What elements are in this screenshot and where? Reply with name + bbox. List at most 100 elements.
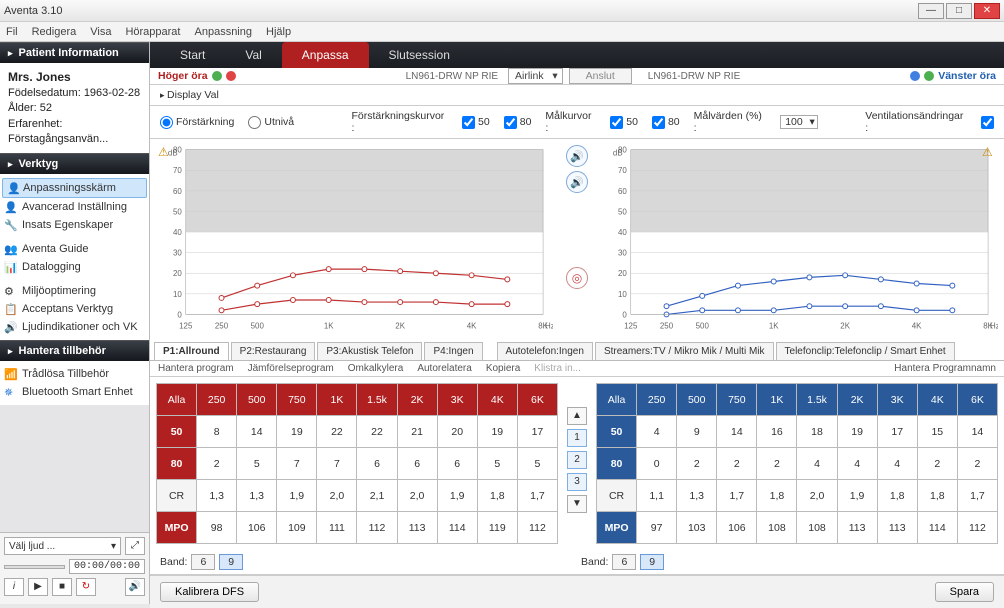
- sidebar-insert-props[interactable]: 🔧Insats Egenskaper: [0, 216, 149, 234]
- media-loop[interactable]: ↻: [76, 578, 96, 596]
- accessories-panel-header[interactable]: Hantera tillbehör: [0, 340, 149, 361]
- minimize-button[interactable]: —: [918, 3, 944, 19]
- sidebar-aventa-guide[interactable]: 👥Aventa Guide: [0, 240, 149, 258]
- accept-icon: 📋: [4, 303, 18, 317]
- step-1-button[interactable]: 1: [567, 429, 587, 447]
- media-stop[interactable]: ■: [52, 578, 72, 596]
- gain-radio[interactable]: Förstärkning: [160, 116, 234, 129]
- datalog-icon: 📊: [4, 261, 18, 275]
- vent-check[interactable]: [981, 116, 994, 129]
- svg-text:4K: 4K: [467, 321, 477, 330]
- prog-tab-phoneclip[interactable]: Telefonclip:Telefonclip / Smart Enhet: [776, 342, 955, 360]
- tab-start[interactable]: Start: [160, 42, 225, 68]
- band-9-left[interactable]: 9: [219, 554, 243, 570]
- sidebar-advanced[interactable]: 👤Avancerad Inställning: [0, 198, 149, 216]
- prog-tab-p2[interactable]: P2:Restaurang: [231, 342, 316, 360]
- media-info[interactable]: i: [4, 578, 24, 596]
- calibrate-dfs-button[interactable]: Kalibrera DFS: [160, 582, 259, 602]
- save-button[interactable]: Spara: [935, 582, 994, 602]
- media-volume[interactable]: 🔊: [125, 578, 145, 596]
- output-radio[interactable]: Utnivå: [248, 116, 294, 129]
- sound-select[interactable]: Välj ljud ...▾: [4, 537, 121, 555]
- svg-text:40: 40: [618, 228, 627, 237]
- gain-50-check[interactable]: 50: [462, 116, 490, 129]
- gain-table-right-ear[interactable]: Alla2505007501K1.5k2K3K4K6K5081419222221…: [156, 383, 558, 544]
- close-button[interactable]: ✕: [974, 3, 1000, 19]
- patient-age: Ålder: 52: [8, 101, 141, 116]
- target-80-check[interactable]: 80: [652, 116, 680, 129]
- tab-fit[interactable]: Anpassa: [282, 42, 369, 68]
- step-3-button[interactable]: 3: [567, 473, 587, 491]
- svg-text:30: 30: [173, 249, 182, 258]
- bluetooth-icon: ✵: [4, 386, 18, 400]
- band-label-left: Band:: [160, 556, 187, 568]
- prog-tab-p3[interactable]: P3:Akustisk Telefon: [317, 342, 422, 360]
- media-play[interactable]: ▶: [28, 578, 48, 596]
- patient-panel-header[interactable]: Patient Information: [0, 42, 149, 63]
- svg-text:20: 20: [173, 269, 182, 278]
- nav-tabs: Start Val Anpassa Slutsession: [150, 42, 1004, 68]
- tools-panel-header[interactable]: Verktyg: [0, 153, 149, 174]
- link-combo[interactable]: Airlink: [508, 68, 563, 84]
- tab-end-session[interactable]: Slutsession: [369, 42, 470, 68]
- menu-edit[interactable]: Redigera: [32, 26, 77, 38]
- sub-compare[interactable]: Jämförelseprogram: [248, 363, 334, 374]
- media-expand[interactable]: ⤢: [125, 537, 145, 555]
- gain-table-left-ear[interactable]: Alla2505007501K1.5k2K3K4K6K5049141618191…: [596, 383, 998, 544]
- band-6-right[interactable]: 6: [612, 554, 636, 570]
- sub-manage-names[interactable]: Hantera Programnamn: [894, 363, 996, 374]
- sidebar-sound-ind[interactable]: 🔊Ljudindikationer och VK: [0, 318, 149, 336]
- target-curves-label: Målkurvor :: [545, 110, 596, 134]
- display-select[interactable]: Display Val: [160, 89, 219, 101]
- prog-tab-p4[interactable]: P4:Ingen: [424, 342, 482, 360]
- prog-tab-streamers[interactable]: Streamers:TV / Mikro Mik / Multi Mik: [595, 342, 774, 360]
- prog-tab-autophone[interactable]: Autotelefon:Ingen: [497, 342, 593, 360]
- target-values-label: Målvärden (%) :: [694, 110, 767, 134]
- sub-autorelate[interactable]: Autorelatera: [417, 363, 471, 374]
- advanced-icon: 👤: [4, 201, 18, 215]
- gain-80-check[interactable]: 80: [504, 116, 532, 129]
- prog-tab-p1[interactable]: P1:Allround: [154, 342, 229, 360]
- menu-help[interactable]: Hjälp: [266, 26, 291, 38]
- sidebar-datalogging[interactable]: 📊Datalogging: [0, 258, 149, 276]
- sidebar-env-opt[interactable]: ⚙Miljöoptimering: [0, 282, 149, 300]
- sidebar-fit-screen[interactable]: 👤Anpassningsskärm: [2, 178, 147, 198]
- sound-icon: 🔊: [4, 321, 18, 335]
- tab-selection[interactable]: Val: [225, 42, 281, 68]
- svg-text:250: 250: [215, 321, 229, 330]
- svg-text:2K: 2K: [840, 321, 850, 330]
- env-icon: ⚙: [4, 285, 18, 299]
- band-9-right[interactable]: 9: [640, 554, 664, 570]
- menu-bar: Fil Redigera Visa Hörapparat Anpassning …: [0, 22, 1004, 42]
- speaker-right-button[interactable]: 🔊: [566, 171, 588, 193]
- sidebar-wireless[interactable]: 📶Trådlösa Tillbehör: [0, 365, 149, 383]
- sub-manage-programs[interactable]: Hantera program: [158, 363, 234, 374]
- warn-icon[interactable]: ⚠: [158, 145, 172, 159]
- sidebar-acceptance[interactable]: 📋Acceptans Verktyg: [0, 300, 149, 318]
- link-ears-button[interactable]: ◎: [566, 267, 588, 289]
- step-down-button[interactable]: ▼: [567, 495, 587, 513]
- menu-fitting[interactable]: Anpassning: [195, 26, 253, 38]
- menu-hearing-aid[interactable]: Hörapparat: [125, 26, 180, 38]
- menu-file[interactable]: Fil: [6, 26, 18, 38]
- sub-recalc[interactable]: Omkalkylera: [348, 363, 404, 374]
- target-50-check[interactable]: 50: [610, 116, 638, 129]
- speaker-left-button[interactable]: 🔊: [566, 145, 588, 167]
- left-ear-label: Vänster öra: [910, 70, 996, 82]
- sidebar-bluetooth[interactable]: ✵Bluetooth Smart Enhet: [0, 383, 149, 401]
- gain-curves-label: Förstärkningskurvor :: [352, 110, 449, 134]
- media-progress[interactable]: [4, 565, 65, 569]
- sub-copy[interactable]: Kopiera: [486, 363, 520, 374]
- svg-text:1K: 1K: [769, 321, 779, 330]
- step-up-button[interactable]: ▲: [567, 407, 587, 425]
- svg-text:dB: dB: [613, 149, 623, 158]
- step-2-button[interactable]: 2: [567, 451, 587, 469]
- ear-red-icon: [226, 71, 236, 81]
- band-6-left[interactable]: 6: [191, 554, 215, 570]
- svg-text:0: 0: [622, 310, 627, 319]
- connect-button[interactable]: Anslut: [569, 68, 632, 84]
- warn-icon[interactable]: ⚠: [982, 145, 996, 159]
- target-pct-select[interactable]: 100: [780, 115, 818, 129]
- menu-view[interactable]: Visa: [90, 26, 111, 38]
- maximize-button[interactable]: □: [946, 3, 972, 19]
